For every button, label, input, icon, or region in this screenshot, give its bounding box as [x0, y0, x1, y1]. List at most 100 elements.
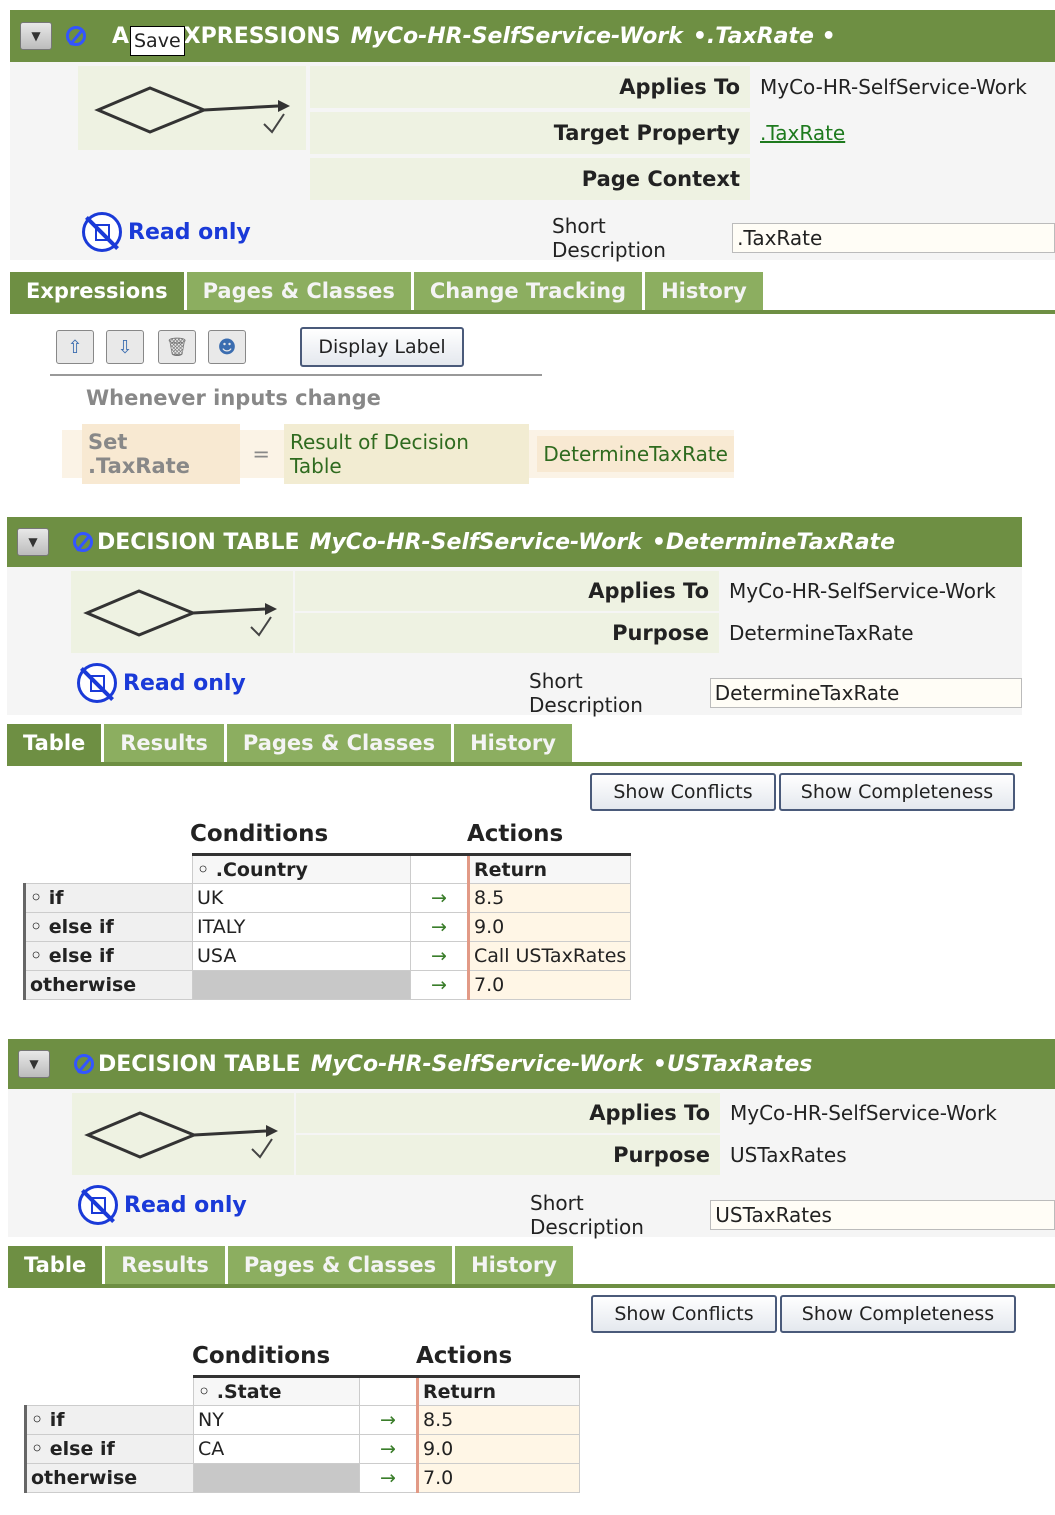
- row-keyword: ◦ else if: [24, 1434, 194, 1464]
- rule-name: •.TaxRate •: [692, 23, 836, 49]
- rule-tabs: Table Results Pages & Classes History: [7, 724, 575, 762]
- delete-icon[interactable]: 🗑: [158, 330, 196, 364]
- tab-history[interactable]: History: [454, 724, 575, 762]
- block-icon: [74, 1054, 94, 1074]
- toolbar-divider: [50, 374, 542, 376]
- rule-class: MyCo-HR-SelfService-Work: [310, 1051, 643, 1077]
- table-row: ◦ if NY → 8.5: [24, 1405, 580, 1435]
- target-property-row: Target Property .TaxRate: [310, 112, 845, 154]
- rule-header-form: Applies To MyCo-HR-SelfService-Work Targ…: [10, 62, 1055, 262]
- applies-to-value: MyCo-HR-SelfService-Work: [729, 579, 996, 603]
- table-row: ◦ if UK → 8.5: [23, 883, 632, 913]
- table-header-row: ◦ .State Return: [26, 1375, 580, 1406]
- table-row: otherwise → 7.0: [24, 1463, 580, 1493]
- condition-column-header[interactable]: ◦ .Country: [192, 853, 411, 884]
- short-description-field[interactable]: DetermineTaxRate: [709, 678, 1022, 708]
- expression-table-name[interactable]: DetermineTaxRate: [537, 436, 734, 472]
- row-keyword: otherwise: [24, 1463, 194, 1493]
- tab-history[interactable]: History: [455, 1246, 576, 1284]
- tab-table[interactable]: Table: [7, 724, 105, 762]
- chevron-down-icon: ▼: [28, 535, 38, 549]
- tab-underline: [10, 310, 1055, 314]
- arrow-icon: →: [359, 1434, 418, 1464]
- return-cell[interactable]: Call USTaxRates: [466, 941, 632, 971]
- return-cell[interactable]: 9.0: [466, 912, 632, 942]
- arrow-icon: →: [410, 912, 469, 942]
- show-conflicts-button[interactable]: Show Conflicts: [591, 1295, 777, 1333]
- row-keyword: ◦ else if: [23, 941, 193, 971]
- insert-row-icon[interactable]: ⇧: [56, 330, 94, 364]
- tab-history[interactable]: History: [645, 272, 766, 310]
- save-tooltip: Save: [130, 26, 185, 56]
- short-description-field[interactable]: USTaxRates: [710, 1200, 1055, 1230]
- chevron-down-icon: ▼: [31, 29, 41, 43]
- return-cell[interactable]: 7.0: [416, 1463, 580, 1493]
- decision-table-determine-panel: ▼ DECISION TABLE MyCo-HR-SelfService-Wor…: [7, 517, 1022, 1027]
- block-icon: [73, 532, 93, 552]
- condition-cell[interactable]: UK: [192, 883, 411, 913]
- decision-diamond-icon: [94, 86, 290, 134]
- show-completeness-button[interactable]: Show Completeness: [780, 1295, 1016, 1333]
- arrow-icon: →: [359, 1463, 418, 1493]
- table-corner: [26, 1377, 194, 1406]
- return-column-header[interactable]: Return: [416, 1375, 580, 1406]
- short-description-label: Short Description: [530, 1191, 644, 1239]
- decision-table: ◦ .State Return ◦ if NY → 8.5 ◦ else if …: [24, 1375, 580, 1493]
- tab-table[interactable]: Table: [8, 1246, 106, 1284]
- table-header-row: ◦ .Country Return: [25, 853, 632, 884]
- return-cell[interactable]: 8.5: [466, 883, 632, 913]
- row-keyword: ◦ else if: [23, 912, 193, 942]
- row-keyword: otherwise: [23, 970, 193, 1000]
- condition-cell: [192, 970, 411, 1000]
- return-cell[interactable]: 9.0: [416, 1434, 580, 1464]
- condition-cell[interactable]: USA: [192, 941, 411, 971]
- tab-underline: [8, 1284, 1055, 1288]
- rule-type: DECISION TABLE: [98, 1051, 301, 1077]
- rule-header-form: Applies To MyCo-HR-SelfService-Work Purp…: [8, 1089, 1055, 1239]
- condition-cell[interactable]: CA: [193, 1434, 360, 1464]
- tab-pages-classes[interactable]: Pages & Classes: [226, 724, 455, 762]
- user-icon[interactable]: ☻: [208, 330, 246, 364]
- rule-type-diagram: [71, 571, 293, 653]
- show-conflicts-button[interactable]: Show Conflicts: [590, 773, 776, 811]
- short-description-row: Short Description .TaxRate: [552, 214, 1055, 262]
- read-only-indicator: Read only: [77, 663, 246, 703]
- read-only-text: Read only: [123, 670, 246, 696]
- target-property-link[interactable]: .TaxRate: [750, 121, 845, 145]
- tab-expressions[interactable]: Expressions: [10, 272, 187, 310]
- short-description-label: Short Description: [552, 214, 666, 262]
- rule-tabs: Table Results Pages & Classes History: [8, 1246, 576, 1284]
- collapse-toggle[interactable]: ▼: [18, 1050, 50, 1078]
- purpose-label: Purpose: [296, 1135, 720, 1175]
- decision-table-ustaxrates-panel: ▼ DECISION TABLE MyCo-HR-SelfService-Wor…: [8, 1039, 1055, 1515]
- show-completeness-button[interactable]: Show Completeness: [779, 773, 1015, 811]
- condition-cell[interactable]: ITALY: [192, 912, 411, 942]
- return-cell[interactable]: 8.5: [416, 1405, 580, 1435]
- tab-results[interactable]: Results: [105, 1246, 228, 1284]
- read-only-icon: [78, 1185, 118, 1225]
- applies-to-row: Applies To MyCo-HR-SelfService-Work: [296, 1093, 997, 1133]
- tab-pages-classes[interactable]: Pages & Classes: [227, 1246, 456, 1284]
- collapse-toggle[interactable]: ▼: [20, 22, 52, 50]
- read-only-indicator: Read only: [78, 1185, 247, 1225]
- collapse-toggle[interactable]: ▼: [17, 528, 49, 556]
- applies-to-label: Applies To: [296, 1093, 720, 1133]
- table-row: ◦ else if USA → Call USTaxRates: [23, 941, 632, 971]
- table-row: ◦ else if ITALY → 9.0: [23, 912, 632, 942]
- condition-column-header[interactable]: ◦ .State: [193, 1375, 360, 1406]
- tab-change-tracking[interactable]: Change Tracking: [413, 272, 646, 310]
- tab-results[interactable]: Results: [104, 724, 227, 762]
- read-only-icon: [77, 663, 117, 703]
- tab-underline: [7, 762, 1022, 766]
- arrow-icon: →: [359, 1405, 418, 1435]
- display-label-button[interactable]: Display Label: [300, 327, 464, 367]
- tab-pages-classes[interactable]: Pages & Classes: [186, 272, 414, 310]
- short-description-field[interactable]: .TaxRate: [732, 223, 1055, 253]
- rule-name: •USTaxRates: [652, 1051, 813, 1077]
- return-cell[interactable]: 7.0: [466, 970, 632, 1000]
- rule-header-form: Applies To MyCo-HR-SelfService-Work Purp…: [7, 567, 1022, 717]
- append-row-icon[interactable]: ⇩: [106, 330, 144, 364]
- condition-cell[interactable]: NY: [193, 1405, 360, 1435]
- arrow-icon: →: [410, 941, 469, 971]
- return-column-header[interactable]: Return: [466, 853, 632, 884]
